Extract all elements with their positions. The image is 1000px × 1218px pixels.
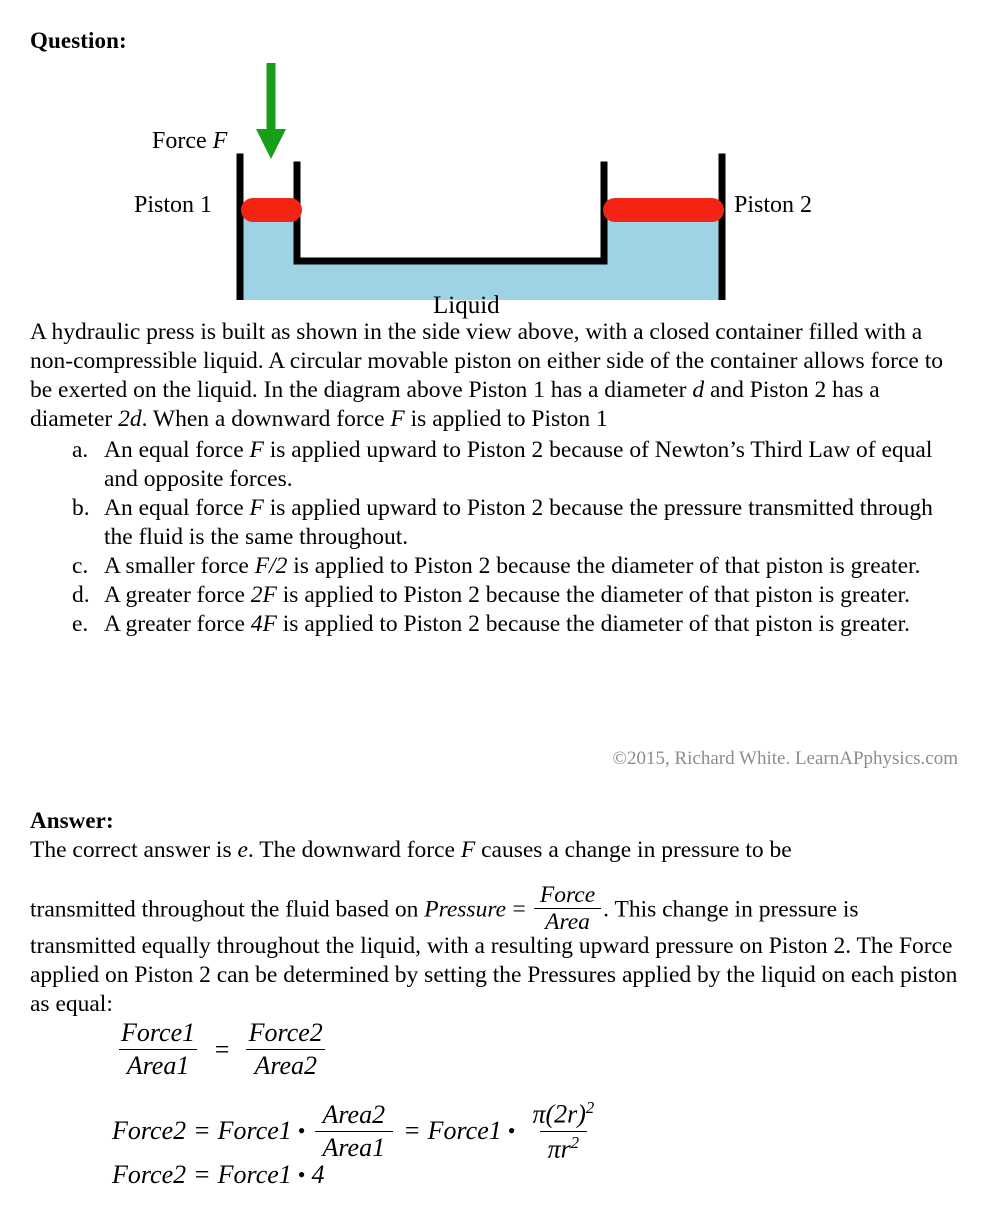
equation-force2-result: Force2 = Force1 • 4 — [112, 1160, 325, 1190]
eq2-pi-denominator-base: πr — [547, 1134, 571, 1164]
eq2-pi-numerator-exponent: 2 — [585, 1098, 595, 1117]
piston-2-block — [603, 198, 724, 222]
choice-e-post: is applied to Piston 2 because the diame… — [276, 611, 910, 637]
eq2-pi-numerator-base: π(2r) — [532, 1099, 586, 1129]
eq2-multiply-dot-1: • — [297, 1118, 306, 1144]
choice-e-symbol: 4F — [250, 611, 277, 637]
eq2-area-denominator: Area1 — [314, 1130, 394, 1163]
answer-1-symbol-F: F — [460, 837, 476, 863]
answer-paragraph-2: transmitted throughout the fluid based o… — [30, 882, 958, 936]
eq2-pi-fraction: π(2r)2 πr2 — [524, 1098, 602, 1165]
eq3-lhs: Force2 — [112, 1160, 187, 1189]
choice-b[interactable]: b. An equal force F is applied upward to … — [30, 494, 958, 552]
piston-1-block — [241, 198, 302, 222]
liquid-label: Liquid — [433, 292, 500, 319]
intro-text-3: . When a downward force — [141, 406, 391, 432]
pressure-term: Pressure — [424, 896, 507, 923]
choice-d-post: is applied to Piston 2 because the diame… — [276, 582, 910, 608]
equation-pressure-equality: Force1 Area1 = Force2 Area2 — [110, 1018, 334, 1081]
piston-2-label: Piston 2 — [734, 192, 813, 218]
intro-text-4: is applied to Piston 1 — [404, 406, 608, 432]
choice-b-letter: b. — [72, 495, 90, 521]
intro-symbol-2d: 2d — [118, 406, 142, 432]
intro-paragraph: A hydraulic press is built as shown in t… — [30, 318, 958, 434]
eq1-right-denominator: Area2 — [246, 1049, 326, 1081]
hydraulic-press-diagram: Force F Piston 1 Piston 2 Liquid — [0, 55, 1000, 319]
intro-symbol-d: d — [692, 377, 705, 403]
eq2-lhs: Force2 — [112, 1116, 187, 1146]
eq2-equals-1: = — [193, 1116, 211, 1146]
pressure-fraction-numerator: Force — [539, 882, 596, 908]
answer-paragraph-1: The correct answer is e. The downward fo… — [30, 836, 958, 865]
eq1-left-numerator: Force1 — [121, 1018, 196, 1047]
choice-e-pre: A greater force — [104, 611, 251, 637]
container-inner-walls — [293, 161, 608, 265]
eq3-rhs-term: Force1 — [217, 1160, 292, 1189]
eq3-multiply-dot: • — [297, 1162, 306, 1187]
pressure-fraction: Force Area — [533, 882, 602, 936]
choice-e[interactable]: e. A greater force 4F is applied to Pisto… — [30, 610, 958, 639]
choice-c[interactable]: c. A smaller force F/2 is applied to Pist… — [30, 552, 958, 581]
eq2-pi-denominator-exponent: 2 — [570, 1132, 580, 1152]
choice-a-pre: An equal force — [104, 437, 250, 463]
eq3-value: 4 — [311, 1160, 325, 1189]
answer-1-pre: The correct answer is — [30, 837, 238, 863]
force-label-symbol: F — [212, 128, 228, 154]
eq2-area-fraction: Area2 Area1 — [314, 1099, 394, 1163]
eq1-left-denominator: Area1 — [118, 1049, 198, 1081]
choice-d-pre: A greater force — [104, 582, 251, 608]
choice-a-letter: a. — [72, 437, 89, 463]
copyright-notice: ©2015, Richard White. LearnAPphysics.com — [612, 748, 958, 769]
eq2-multiply-dot-2: • — [507, 1118, 516, 1144]
hydraulic-press-svg — [236, 63, 726, 300]
eq2-term-2: Force1 — [427, 1116, 502, 1146]
pressure-equals: = — [511, 896, 527, 923]
eq2-equals-2: = — [403, 1116, 421, 1146]
eq2-area-numerator: Area2 — [322, 1099, 386, 1129]
question-heading: Question: — [30, 28, 127, 53]
document-page: Question: Force F Piston 1 Piston 2 Liqu… — [0, 0, 1000, 1218]
eq2-pi-numerator: π(2r)2 — [524, 1098, 602, 1131]
liquid-fill — [242, 210, 720, 300]
choice-a[interactable]: a. An equal force F is applied upward to … — [30, 436, 958, 494]
eq1-equals: = — [213, 1034, 231, 1064]
answer-2-post: . This change in pressure is — [603, 896, 859, 923]
force-label-text: Force — [152, 128, 213, 154]
choice-d-letter: d. — [72, 582, 90, 608]
choice-d-symbol: 2F — [250, 582, 277, 608]
choice-c-letter: c. — [72, 553, 89, 579]
eq1-right-fraction: Force2 Area2 — [241, 1018, 331, 1081]
answer-correct-letter: e — [237, 837, 248, 863]
answer-1-mid: . The downward force — [247, 837, 461, 863]
choice-d[interactable]: d. A greater force 2F is applied to Pisto… — [30, 581, 958, 610]
intro-symbol-F: F — [390, 406, 405, 432]
answer-heading: Answer: — [30, 808, 114, 833]
choice-a-symbol: F — [249, 437, 264, 463]
eq2-term-1: Force1 — [217, 1116, 292, 1146]
piston-1-label: Piston 1 — [134, 192, 213, 218]
force-label: Force F — [152, 128, 227, 155]
answer-paragraph-3: transmitted equally throughout the liqui… — [30, 933, 958, 1017]
eq1-left-fraction: Force1 Area1 — [113, 1018, 203, 1081]
force-arrow-icon — [256, 63, 286, 159]
choice-e-letter: e. — [72, 611, 89, 637]
choice-c-symbol: F/2 — [254, 553, 288, 579]
choice-c-post: is applied to Piston 2 because the diame… — [287, 553, 921, 579]
eq1-right-numerator: Force2 — [248, 1018, 323, 1047]
eq2-pi-denominator: πr2 — [539, 1130, 588, 1165]
answer-choices-list: a. An equal force F is applied upward to … — [30, 436, 958, 639]
answer-2-pre: transmitted throughout the fluid based o… — [30, 896, 425, 923]
equation-force2-derivation: Force2 = Force1 • Area2 Area1 = Force1 •… — [112, 1098, 605, 1165]
choice-b-pre: An equal force — [104, 495, 250, 521]
answer-1-post: causes a change in pressure to be — [475, 837, 792, 863]
eq3-equals: = — [193, 1160, 211, 1189]
choice-b-symbol: F — [249, 495, 264, 521]
choice-c-pre: A smaller force — [104, 553, 255, 579]
